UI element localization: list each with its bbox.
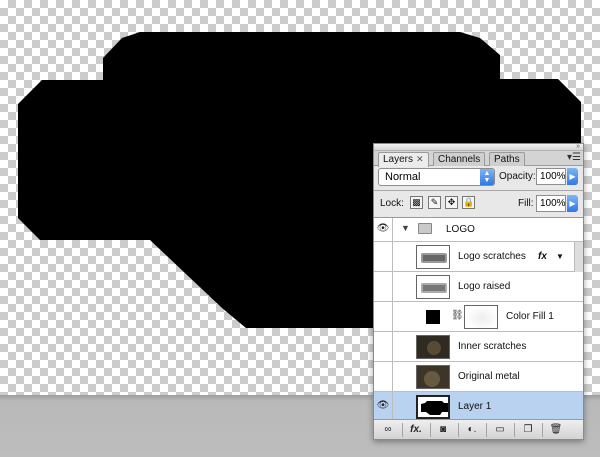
opacity-input[interactable]: 100% [536, 168, 566, 185]
lock-image-icon[interactable]: ✎ [428, 196, 441, 209]
opacity-arrow-icon[interactable]: ▶ [567, 168, 578, 185]
tab-paths-label: Paths [494, 154, 520, 165]
eye-icon: 👁 [376, 223, 390, 234]
lock-label: Lock: [380, 198, 404, 209]
divider [430, 423, 431, 437]
lock-position-icon[interactable]: ✥ [445, 196, 458, 209]
fill-arrow-icon[interactable]: ▶ [567, 195, 578, 212]
tab-layers-label: Layers [383, 154, 414, 165]
visibility-toggle[interactable] [374, 362, 393, 391]
mask-thumbnail [464, 305, 498, 329]
layer-name: Logo scratches [458, 251, 526, 262]
layers-list: 👁 ▼ LOGO Logo scratches fx ▼ Logo raised [374, 217, 583, 422]
palette-tabs: Layers ✕ Channels Paths ▾☰ [374, 151, 583, 167]
visibility-toggle[interactable]: 👁 [374, 218, 393, 241]
blend-mode-select[interactable]: Normal ▲ ▼ [378, 168, 495, 186]
divider [486, 423, 487, 437]
layer-logo-scratches[interactable]: Logo scratches fx ▼ [374, 242, 583, 302]
opacity-value: 100% [540, 171, 566, 182]
palette-titlebar[interactable]: » [374, 143, 583, 151]
layer-name: Layer 1 [458, 401, 492, 412]
layer-name: Color Fill 1 [506, 311, 554, 322]
divider [402, 423, 403, 437]
visibility-toggle[interactable]: 👁 [374, 392, 393, 421]
layer-inner-scratches[interactable]: Inner scratches [374, 332, 583, 362]
divider [514, 423, 515, 437]
lock-all-icon[interactable]: 🔒 [462, 196, 475, 209]
disclosure-triangle-icon[interactable]: ▼ [401, 223, 410, 233]
folder-icon [418, 223, 432, 234]
divider [374, 190, 583, 191]
fill-swatch-icon [426, 310, 440, 324]
palette-footer: ∞ fx. ◙ ◐. ▭ ❐ 🗑 [374, 419, 583, 439]
layer-color-fill-1[interactable]: ⛓ Color Fill 1 [374, 302, 583, 332]
layer-original-metal[interactable]: Original metal [374, 362, 583, 392]
eye-icon: 👁 [376, 400, 390, 411]
fx-icon[interactable]: fx. [406, 423, 426, 437]
fill-value: 100% [540, 198, 566, 209]
opacity-label: Opacity: [499, 171, 536, 182]
layer-name: Inner scratches [458, 341, 527, 352]
layer-thumbnail [416, 395, 450, 419]
expand-effects-icon[interactable]: ▼ [556, 242, 564, 272]
new-layer-icon[interactable]: ❐ [520, 423, 536, 437]
select-arrows-icon: ▲ ▼ [480, 169, 494, 185]
chain-link-icon[interactable]: ⛓ [451, 310, 464, 321]
tab-layers[interactable]: Layers ✕ [378, 152, 429, 167]
link-layers-icon[interactable]: ∞ [380, 423, 396, 437]
mask-icon[interactable]: ◙ [436, 423, 450, 437]
blend-mode-value: Normal [385, 171, 421, 183]
tab-channels[interactable]: Channels [433, 152, 486, 166]
trash-icon[interactable]: 🗑 [548, 423, 564, 437]
new-group-icon[interactable]: ▭ [492, 423, 508, 437]
lock-transparent-icon[interactable]: ▩ [410, 196, 423, 209]
visibility-toggle[interactable] [374, 302, 393, 331]
visibility-toggle[interactable] [374, 332, 393, 361]
divider [458, 423, 459, 437]
fx-icon[interactable]: fx [538, 242, 547, 272]
layer-logo-raised[interactable]: Logo raised [374, 272, 583, 302]
layer-name: Original metal [458, 371, 520, 382]
divider [542, 423, 543, 437]
tab-paths[interactable]: Paths [489, 152, 525, 166]
visibility-toggle[interactable] [374, 272, 393, 301]
tab-channels-label: Channels [438, 154, 481, 165]
palette-menu-icon[interactable]: ▾☰ [567, 152, 581, 163]
adjustment-layer-icon[interactable]: ◐. [464, 423, 480, 437]
collapse-icon[interactable]: » [576, 143, 580, 150]
fill-label: Fill: [518, 198, 534, 209]
layer-name: LOGO [446, 224, 475, 235]
layer-thumbnail [416, 335, 450, 359]
layer-name: Logo raised [458, 281, 511, 292]
layer-group-logo[interactable]: 👁 ▼ LOGO [374, 218, 583, 242]
fill-input[interactable]: 100% [536, 195, 566, 212]
layer-thumbnail [416, 275, 450, 299]
layer-thumbnail [416, 245, 450, 269]
layers-palette: » Layers ✕ Channels Paths ▾☰ Normal ▲ ▼ Op… [373, 143, 584, 440]
close-icon[interactable]: ✕ [416, 154, 424, 164]
visibility-toggle[interactable] [374, 242, 393, 271]
layer-thumbnail [416, 365, 450, 389]
layer-1[interactable]: 👁 Layer 1 [374, 392, 583, 422]
